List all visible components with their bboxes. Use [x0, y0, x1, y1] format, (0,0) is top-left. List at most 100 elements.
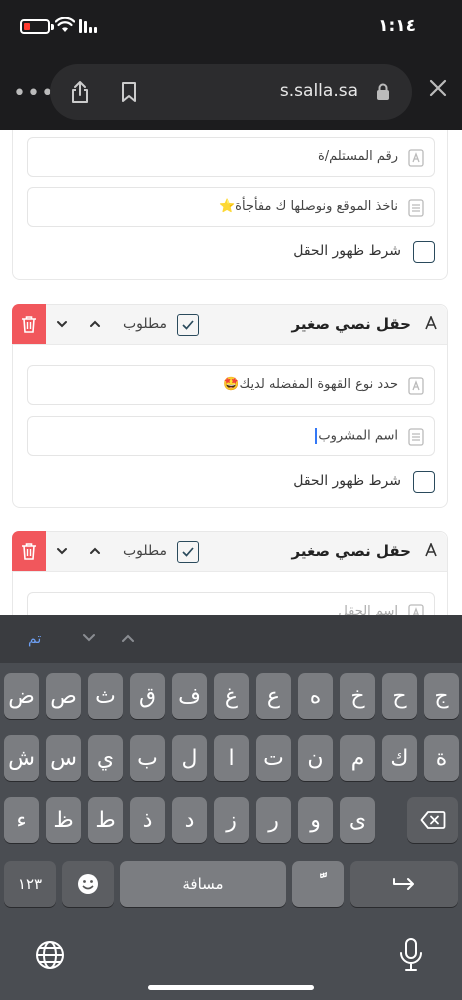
drink-name-field[interactable]: اسم المشروب [27, 416, 435, 456]
chevron-up-icon[interactable] [89, 318, 101, 330]
chevron-up-icon[interactable] [121, 632, 135, 644]
emoji-key[interactable] [62, 861, 114, 907]
letter-key[interactable]: ق [130, 673, 165, 719]
letter-key[interactable]: ظ [46, 797, 81, 843]
letter-key[interactable]: م [340, 735, 375, 781]
space-key[interactable]: مسافة [120, 861, 286, 907]
field-placeholder: اسم الحقل [338, 604, 398, 615]
card-header: مطلوب حقل نصي صغير [12, 531, 447, 572]
letter-key[interactable]: ز [214, 797, 249, 843]
return-icon [393, 878, 414, 890]
letter-key[interactable]: ج [424, 673, 459, 719]
share-icon[interactable] [70, 80, 90, 104]
diacritic-key[interactable]: ًّ [292, 861, 344, 907]
letter-key[interactable]: ح [382, 673, 417, 719]
letter-key[interactable]: خ [340, 673, 375, 719]
field-value: ناخذ الموقع ونوصلها ك مفأجأة⭐️ [218, 199, 398, 214]
backspace-icon [420, 811, 445, 829]
prompt-field[interactable]: حدد نوع القهوة المفضله لديك🤩 [27, 365, 435, 405]
text-field-icon [408, 377, 424, 395]
letter-key[interactable]: ء [4, 797, 39, 843]
letter-key[interactable]: ر [256, 797, 291, 843]
letter-key[interactable]: ث [88, 673, 123, 719]
letter-key[interactable]: و [298, 797, 333, 843]
condition-label: شرط ظهور الحقل [293, 473, 401, 489]
chevron-down-icon[interactable] [56, 318, 68, 330]
backspace-key[interactable] [407, 797, 458, 843]
battery-icon [20, 19, 50, 34]
letter-key[interactable]: ف [172, 673, 207, 719]
letter-key[interactable]: ب [130, 735, 165, 781]
note-field[interactable]: ناخذ الموقع ونوصلها ك مفأجأة⭐️ [27, 187, 435, 227]
close-icon[interactable] [429, 79, 447, 97]
letter-key[interactable]: ص [46, 673, 81, 719]
letter-key[interactable]: ى [340, 797, 375, 843]
letter-key[interactable]: غ [214, 673, 249, 719]
chevron-up-icon[interactable] [89, 545, 101, 557]
letter-key[interactable]: ك [382, 735, 417, 781]
letter-key[interactable]: ط [88, 797, 123, 843]
field-card-3: مطلوب حقل نصي صغير اسم الحقل [12, 531, 448, 615]
text-type-icon [425, 541, 437, 561]
condition-row: شرط ظهور الحقل [27, 239, 435, 267]
wifi-icon [55, 17, 75, 32]
browser-toolbar: ••• s.salla.sa [0, 56, 462, 130]
condition-checkbox[interactable] [413, 471, 435, 493]
microphone-icon[interactable] [398, 937, 424, 973]
text-type-icon [425, 314, 437, 334]
text-field-icon [408, 149, 424, 167]
required-label: مطلوب [123, 543, 168, 559]
address-bar[interactable]: s.salla.sa [50, 64, 412, 120]
chevron-down-icon[interactable] [82, 632, 96, 644]
text-field-icon [408, 604, 424, 615]
clock: ١:١٤ [378, 16, 416, 36]
letter-key[interactable]: ل [172, 735, 207, 781]
emoji-icon [78, 874, 98, 894]
card-header: مطلوب حقل نصي صغير [12, 304, 447, 345]
letter-key[interactable]: ة [424, 735, 459, 781]
field-name-input[interactable]: اسم الحقل [27, 592, 435, 615]
field-card-1: رقم المستلم/ة ناخذ الموقع ونوصلها ك مفأج… [12, 130, 448, 280]
field-card-2: مطلوب حقل نصي صغير حدد نوع القهوة المفضل… [12, 304, 448, 508]
required-label: مطلوب [123, 316, 168, 332]
condition-label: شرط ظهور الحقل [293, 243, 401, 259]
document-icon [408, 428, 424, 446]
condition-row: شرط ظهور الحقل [27, 469, 435, 497]
trash-icon [22, 543, 36, 560]
delete-button[interactable] [12, 304, 46, 344]
required-checkbox[interactable] [177, 541, 199, 563]
letter-key[interactable]: س [46, 735, 81, 781]
keyboard-toolbar: تم [0, 615, 462, 663]
chevron-down-icon[interactable] [56, 545, 68, 557]
letter-key[interactable]: ض [4, 673, 39, 719]
delete-button[interactable] [12, 531, 46, 571]
arabic-keyboard: تم ضصثقفغعهخحج شسيبلاتنمكة ءظطذدزروى ١٢٣ م… [0, 615, 462, 1000]
field-value-wrap: اسم المشروب [315, 428, 398, 444]
letter-key[interactable]: ي [88, 735, 123, 781]
url-text: s.salla.sa [279, 81, 358, 101]
letter-key[interactable]: ع [256, 673, 291, 719]
card-title: حقل نصي صغير [291, 542, 411, 560]
page-content: رقم المستلم/ة ناخذ الموقع ونوصلها ك مفأج… [0, 130, 462, 615]
done-button[interactable]: تم [28, 631, 41, 647]
home-indicator [148, 985, 314, 990]
field-value: رقم المستلم/ة [317, 149, 398, 164]
letter-key[interactable]: د [172, 797, 207, 843]
letter-key[interactable]: ه [298, 673, 333, 719]
more-icon[interactable]: ••• [13, 81, 55, 106]
numbers-key[interactable]: ١٢٣ [4, 861, 56, 907]
recipient-number-field[interactable]: رقم المستلم/ة [27, 137, 435, 177]
letter-key[interactable]: ن [298, 735, 333, 781]
return-key[interactable] [350, 861, 458, 907]
letter-key[interactable]: ت [256, 735, 291, 781]
trash-icon [22, 316, 36, 333]
required-checkbox[interactable] [177, 314, 199, 336]
checkmark-icon [182, 547, 194, 557]
letter-key[interactable]: ذ [130, 797, 165, 843]
condition-checkbox[interactable] [413, 241, 435, 263]
bookmark-icon[interactable] [120, 81, 138, 103]
globe-icon[interactable] [34, 939, 66, 971]
letter-key[interactable]: ش [4, 735, 39, 781]
field-value: حدد نوع القهوة المفضله لديك🤩 [223, 377, 398, 392]
letter-key[interactable]: ا [214, 735, 249, 781]
